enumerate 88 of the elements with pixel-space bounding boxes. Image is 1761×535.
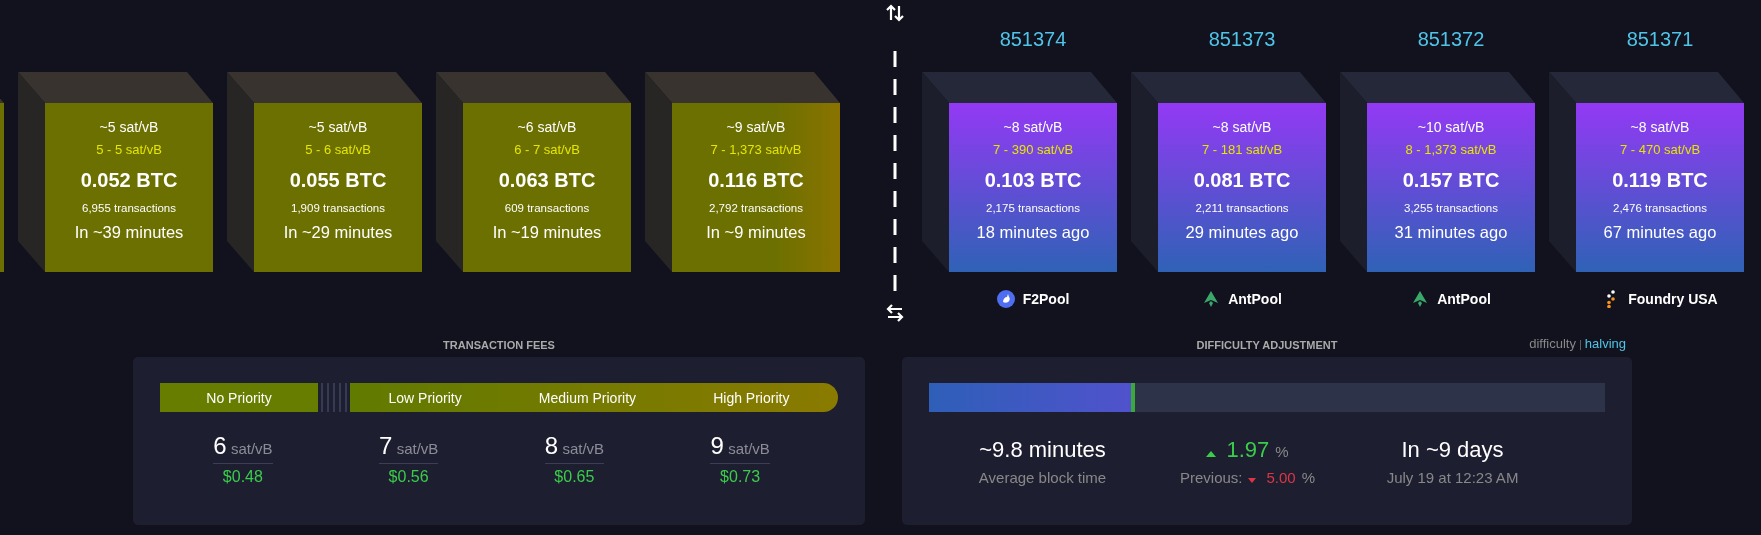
- rabbit-disc-icon: [996, 290, 1015, 308]
- fee-rate: 8 sat/vB: [544, 432, 605, 464]
- view-tab[interactable]: difficulty: [1529, 336, 1576, 351]
- fee-range: 7 - 181 sat/vB: [1201, 141, 1283, 159]
- block-age: 67 minutes ago: [1603, 222, 1717, 243]
- block-face[interactable]: ~8 sat/vB 7 - 181 sat/vB 0.081 BTC 2,211 transactions 29 minutes ago: [1158, 103, 1326, 272]
- stat-label: Average block time: [978, 469, 1107, 486]
- priority-label: High Priority: [713, 389, 790, 406]
- difficulty-change: 1.97: [1226, 437, 1270, 463]
- median-fee: ~5 sat/vB: [308, 118, 368, 137]
- pool-name[interactable]: AntPool: [1228, 291, 1282, 307]
- priority-label: Low Priority: [388, 389, 462, 406]
- previous-change: 5.00: [1266, 469, 1296, 486]
- transaction-count: 609 transactions: [504, 201, 590, 216]
- block-total: 0.052 BTC: [80, 168, 178, 192]
- adjustment-eta: In ~9 days: [1401, 437, 1504, 463]
- transaction-count: 2,792 transactions: [709, 201, 803, 216]
- pool-name[interactable]: Foundry USA: [1628, 291, 1718, 307]
- block-height[interactable]: 851374: [949, 28, 1117, 50]
- block-face[interactable]: ~5 sat/vB 5 - 6 sat/vB 0.055 BTC 1,909 transactions In ~29 minutes: [254, 103, 422, 272]
- block-height[interactable]: 851372: [1367, 28, 1535, 50]
- median-fee: ~10 sat/vB: [1417, 118, 1485, 137]
- transaction-count: 3,255 transactions: [1404, 201, 1498, 216]
- leaf-icon: [1411, 290, 1430, 308]
- block-face[interactable]: ~10 sat/vB 8 - 1,373 sat/vB 0.157 BTC 3,255 transactions 31 minutes ago: [1367, 103, 1535, 272]
- block-age: 18 minutes ago: [976, 222, 1090, 243]
- priority-label: No Priority: [160, 383, 318, 412]
- block-total: 0.116 BTC: [708, 168, 804, 192]
- average-time: ~9.8 minutes: [979, 437, 1106, 463]
- fee-usd: $0.73: [720, 468, 761, 486]
- block-face[interactable]: ~8 sat/vB 7 - 470 sat/vB 0.119 BTC 2,476 transactions 67 minutes ago: [1576, 103, 1744, 272]
- block-height[interactable]: 851371: [1576, 28, 1744, 50]
- block-age: 31 minutes ago: [1394, 222, 1508, 243]
- median-fee: ~6 sat/vB: [517, 118, 577, 137]
- block-total: 0.157 BTC: [1402, 168, 1500, 192]
- transaction-count: 1,909 transactions: [291, 201, 385, 216]
- median-fee: ~5 sat/vB: [99, 118, 159, 137]
- adjustment-date: July 19 at 12:23 AM: [1386, 469, 1519, 486]
- fee-rate: 7 sat/vB: [378, 432, 439, 464]
- fee-usd: $0.56: [388, 468, 429, 486]
- fee-rate: 9 sat/vB: [710, 432, 770, 464]
- block-eta: In ~29 minutes: [283, 222, 393, 243]
- block-total: 0.063 BTC: [498, 168, 596, 192]
- fee-range: 8 - 1,373 sat/vB: [1405, 141, 1497, 159]
- tab-separator: |: [1578, 337, 1582, 350]
- block-face[interactable]: ~6 sat/vB 6 - 7 sat/vB 0.063 BTC 609 transactions In ~19 minutes: [463, 103, 631, 272]
- block-face[interactable]: ~5 sat/vB 5 - 5 sat/vB 0.052 BTC 6,955 transactions In ~39 minutes: [45, 103, 213, 272]
- median-fee: ~9 sat/vB: [726, 118, 786, 137]
- priority-label: Medium Priority: [538, 389, 637, 406]
- block-face[interactable]: ~8 sat/vB 7 - 390 sat/vB 0.103 BTC 2,175 transactions 18 minutes ago: [949, 103, 1117, 272]
- block-total: 0.055 BTC: [289, 168, 387, 192]
- view-tab[interactable]: halving: [1584, 336, 1626, 351]
- stripes-drawing: [318, 383, 350, 412]
- transaction-count: 2,175 transactions: [986, 201, 1080, 216]
- block-total: 0.119 BTC: [1612, 168, 1708, 192]
- fee-usd: $0.65: [554, 468, 595, 486]
- median-fee: ~8 sat/vB: [1630, 118, 1690, 137]
- percent-sign: %: [1301, 469, 1316, 486]
- block-eta: In ~19 minutes: [492, 222, 602, 243]
- fee-range: 5 - 5 sat/vB: [96, 141, 162, 159]
- leaf-icon: [1202, 290, 1221, 308]
- fee-rate: 6 sat/vB: [213, 432, 273, 464]
- block-eta: In ~9 minutes: [706, 222, 806, 243]
- left-right-arrows-icon[interactable]: [886, 304, 904, 322]
- pool-name[interactable]: AntPool: [1437, 291, 1491, 307]
- block-age: 29 minutes ago: [1185, 222, 1299, 243]
- median-fee: ~8 sat/vB: [1212, 118, 1272, 137]
- up-down-arrows-icon[interactable]: [886, 4, 904, 22]
- pool-name[interactable]: F2Pool: [1022, 291, 1070, 307]
- transaction-count: 6,955 transactions: [82, 201, 176, 216]
- percent-sign: %: [1275, 443, 1289, 460]
- section-title: DIFFICULTY ADJUSTMENT: [1196, 338, 1338, 351]
- block-eta: In ~39 minutes: [74, 222, 184, 243]
- fee-range: 7 - 1,373 sat/vB: [710, 141, 802, 159]
- block-total: 0.103 BTC: [984, 168, 1082, 192]
- median-fee: ~8 sat/vB: [1003, 118, 1063, 137]
- transaction-count: 2,211 transactions: [1195, 201, 1289, 216]
- fee-range: 7 - 470 sat/vB: [1619, 141, 1701, 159]
- fee-range: 7 - 390 sat/vB: [992, 141, 1074, 159]
- stat-label: Previous:: [1179, 469, 1243, 486]
- block-face[interactable]: ~9 sat/vB 7 - 1,373 sat/vB 0.116 BTC 2,792 transactions In ~9 minutes: [672, 103, 840, 272]
- block-total: 0.081 BTC: [1193, 168, 1291, 192]
- fee-usd: $0.48: [222, 468, 263, 486]
- fee-range: 5 - 6 sat/vB: [305, 141, 371, 159]
- transaction-count: 2,476 transactions: [1613, 201, 1707, 216]
- section-title: TRANSACTION FEES: [443, 338, 555, 351]
- fee-range: 6 - 7 sat/vB: [514, 141, 580, 159]
- block-height[interactable]: 851373: [1158, 28, 1326, 50]
